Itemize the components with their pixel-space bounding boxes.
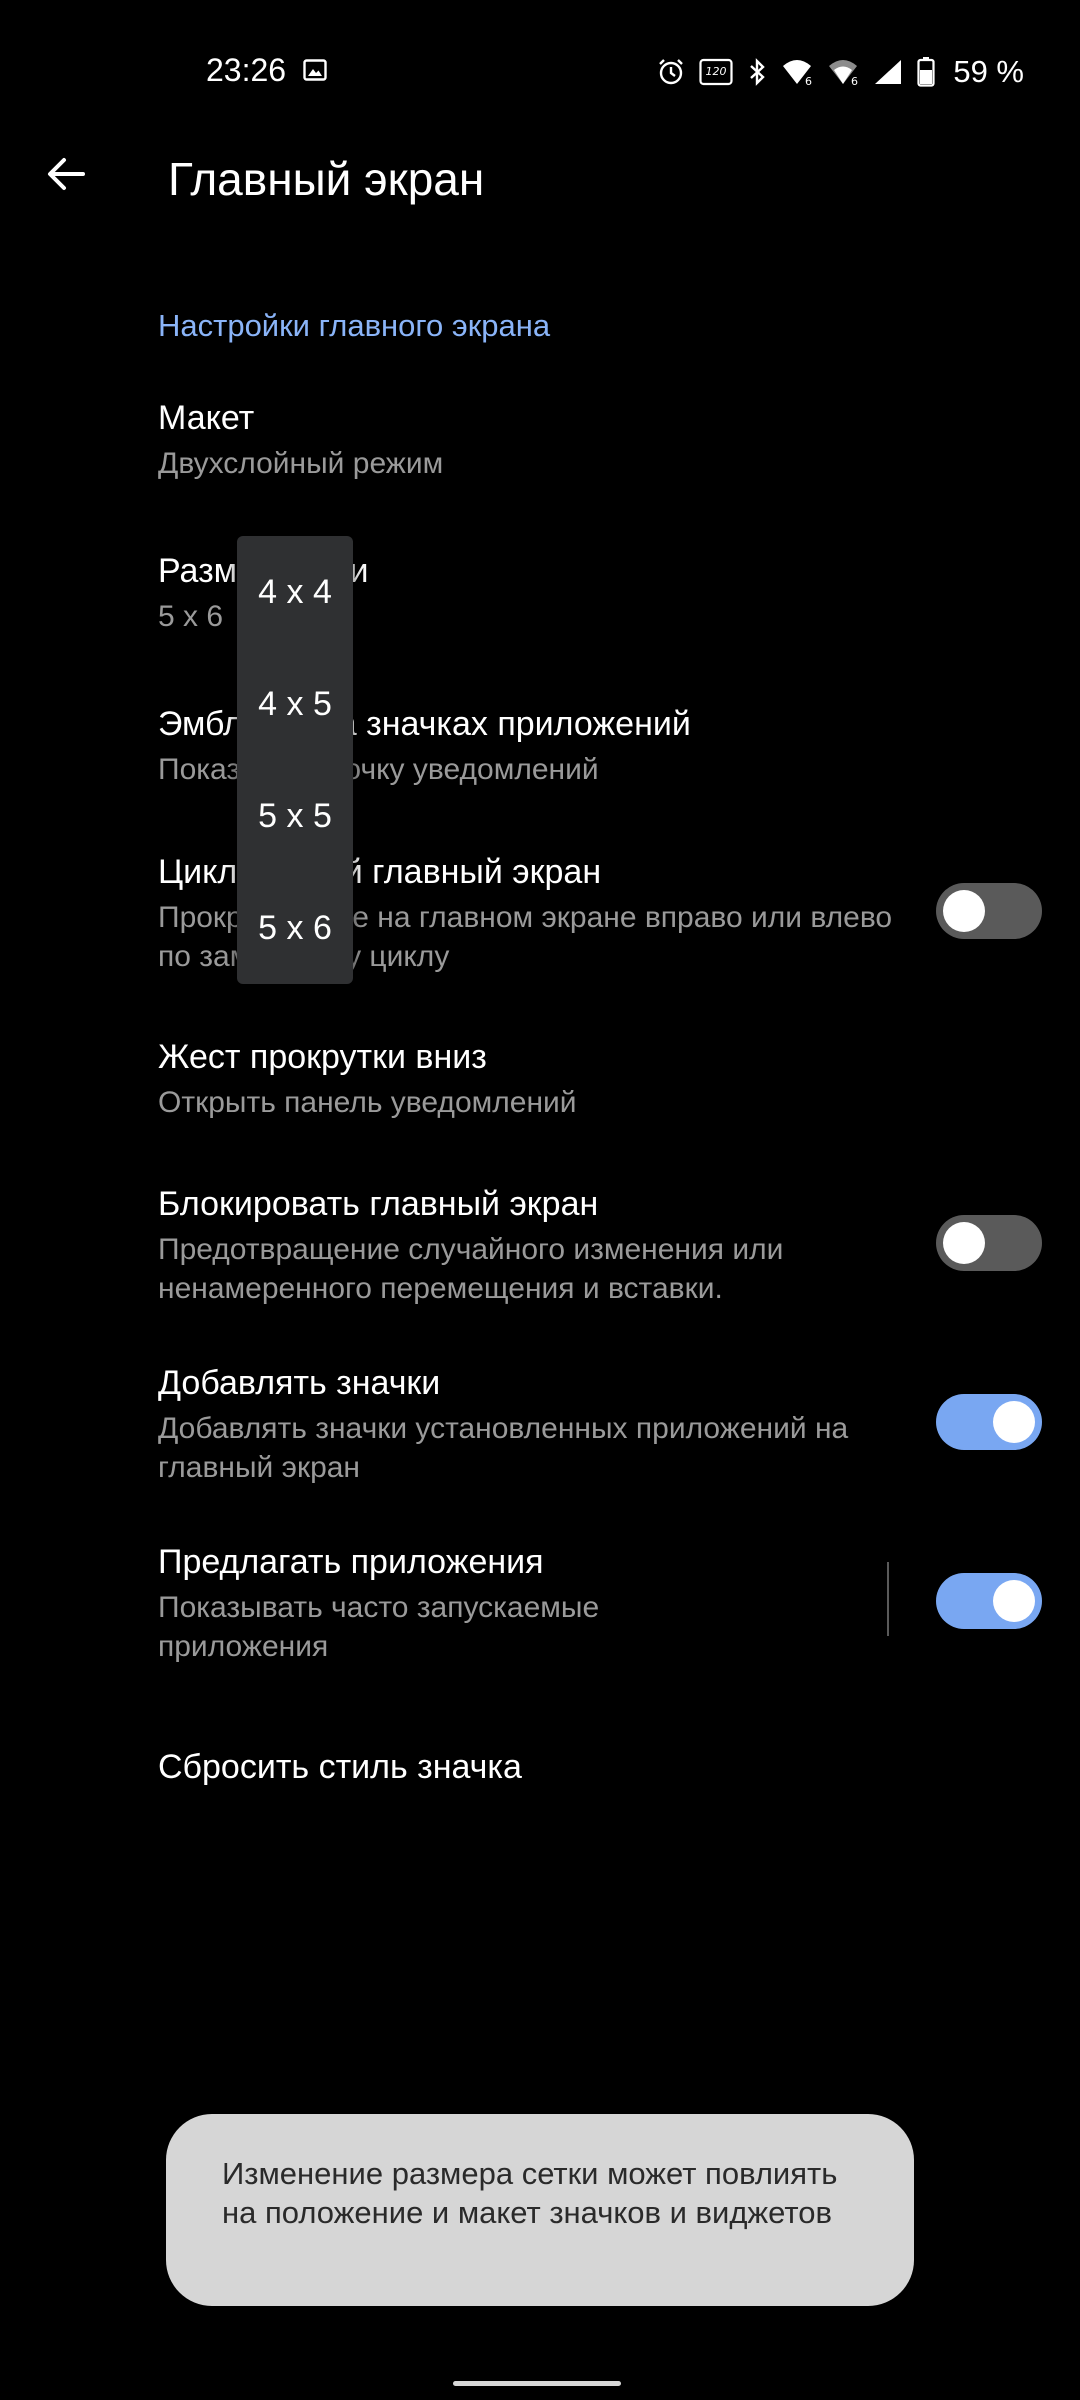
toggle-knob (943, 890, 985, 932)
setting-lock-home[interactable]: Блокировать главный экран Предотвращение… (158, 1182, 1058, 1308)
section-header: Настройки главного экрана (158, 308, 551, 343)
back-button[interactable] (30, 140, 102, 212)
setting-reset-icon-style[interactable]: Сбросить стиль значка (158, 1745, 1058, 1789)
setting-title: Жест прокрутки вниз (158, 1038, 487, 1076)
image-icon (303, 58, 327, 82)
setting-suggest-apps[interactable]: Предлагать приложения Показывать часто з… (158, 1540, 1058, 1666)
bluetooth-icon (747, 58, 767, 86)
status-bar: 23:26 120 6 6 59 % (0, 0, 1080, 150)
grid-option-4x4[interactable]: 4 x 4 (237, 536, 353, 648)
grid-option-5x5[interactable]: 5 x 5 (237, 760, 353, 872)
setting-title: Макет (158, 399, 255, 437)
add-icons-toggle[interactable] (936, 1394, 1042, 1450)
alarm-icon (657, 58, 685, 86)
setting-summary: Открыть панель уведомлений (158, 1086, 577, 1119)
refresh-rate-icon: 120 (699, 58, 733, 86)
toast: Изменение размера сетки может повлиять н… (166, 2114, 914, 2306)
app-bar: Главный экран (0, 140, 1080, 260)
toast-message: Изменение размера сетки может повлиять н… (222, 2156, 838, 2230)
toggle-knob (993, 1580, 1035, 1622)
grid-option-4x5[interactable]: 4 x 5 (237, 648, 353, 760)
setting-title: Добавлять значки (158, 1364, 441, 1402)
toggle-knob (993, 1401, 1035, 1443)
wifi-6-icon: 6 (781, 58, 813, 86)
suggest-apps-toggle[interactable] (936, 1573, 1042, 1629)
grid-size-menu: 4 x 4 4 x 5 5 x 5 5 x 6 (237, 536, 353, 984)
arrow-left-icon (45, 153, 87, 200)
battery-icon (917, 57, 935, 87)
setting-title: Предлагать приложения (158, 1543, 544, 1581)
lock-home-toggle[interactable] (936, 1215, 1042, 1271)
svg-text:6: 6 (805, 75, 812, 86)
page-title: Главный экран (168, 153, 485, 205)
svg-text:6: 6 (851, 75, 858, 86)
setting-layout[interactable]: Макет Двухслойный режим (158, 396, 1058, 483)
setting-title: Блокировать главный экран (158, 1185, 599, 1223)
setting-summary: Показывать часто запускаемые приложения (158, 1591, 600, 1663)
setting-summary: Двухслойный режим (158, 447, 444, 480)
setting-title: Сбросить стиль значка (158, 1748, 522, 1786)
wifi-6-icon: 6 (827, 58, 859, 86)
cyclic-home-toggle[interactable] (936, 883, 1042, 939)
setting-summary: Предотвращение случайного изменения или … (158, 1233, 784, 1305)
toggle-knob (943, 1222, 985, 1264)
grid-option-5x6[interactable]: 5 x 6 (237, 872, 353, 984)
refresh-rate-label: 120 (706, 65, 727, 78)
signal-icon (873, 58, 903, 86)
battery-percent: 59 % (953, 54, 1024, 89)
gesture-nav-handle[interactable] (453, 2381, 621, 2386)
setting-summary: Добавлять значки установленных приложени… (158, 1412, 849, 1484)
setting-add-icons[interactable]: Добавлять значки Добавлять значки устано… (158, 1361, 1058, 1487)
status-icons: 120 6 6 59 % (657, 52, 1024, 92)
setting-swipe-down-gesture[interactable]: Жест прокрутки вниз Открыть панель уведо… (158, 1035, 1058, 1122)
status-time: 23:26 (206, 52, 287, 88)
divider (887, 1562, 889, 1636)
